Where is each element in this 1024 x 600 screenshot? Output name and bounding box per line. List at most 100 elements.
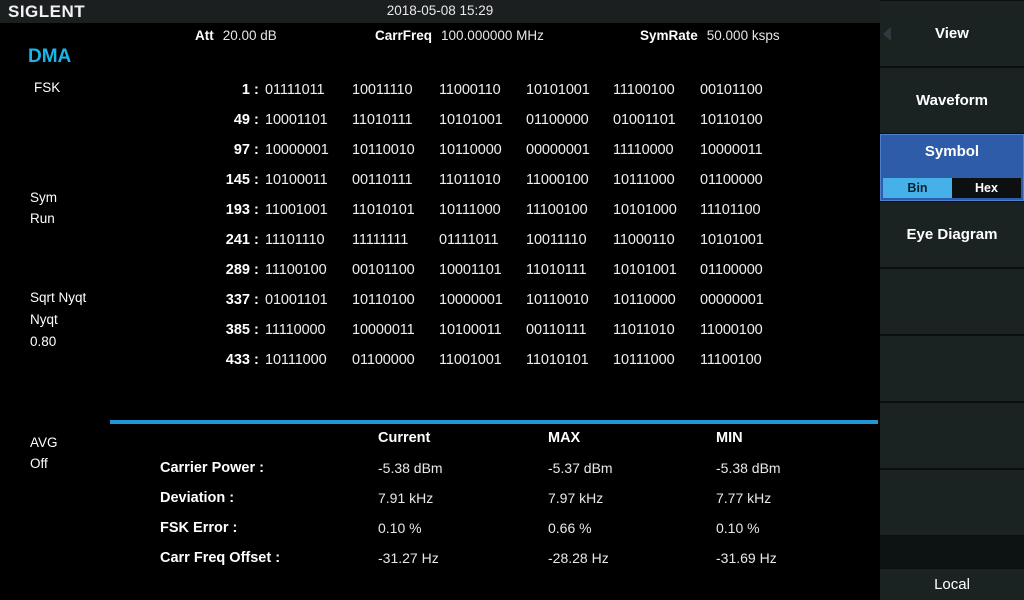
symbol-cell: 01100000 <box>700 172 763 188</box>
param-carrfreq-value: 100.000000 MHz <box>441 28 544 43</box>
result-label: Carrier Power : <box>160 460 264 476</box>
symbol-row: 385:11110000 10000011 10100011 00110111 1101… <box>0 322 880 352</box>
symbol-cell: 10111000 <box>613 172 675 188</box>
symbol-cell: 11110000 <box>265 322 326 338</box>
symbol-row-index: 289 <box>225 262 250 278</box>
param-carrfreq[interactable]: CarrFreq 100.000000 MHz <box>375 27 544 45</box>
param-symrate-value: 50.000 ksps <box>706 28 780 43</box>
symbol-cell: 10111000 <box>439 202 501 218</box>
symbol-cell: 01100000 <box>352 352 415 368</box>
symbol-row: 49:10001101 11010111 10101001 01100000 01001… <box>0 112 880 142</box>
symbol-cell: 10110100 <box>352 292 415 308</box>
softkey-empty[interactable] <box>880 469 1024 536</box>
result-value-current: -31.27 Hz <box>378 550 439 566</box>
softkey-waveform[interactable]: Waveform <box>880 67 1024 134</box>
symbol-cell: 11010111 <box>526 262 587 278</box>
symbol-row: 193:11001001 11010101 10111000 11100100 1010… <box>0 202 880 232</box>
symbol-cell: 10001101 <box>439 262 502 278</box>
symbol-row-separator: : <box>254 172 259 188</box>
param-symrate-label: SymRate <box>640 28 698 43</box>
symbol-cell: 01001101 <box>613 112 676 128</box>
symbol-row-separator: : <box>254 232 259 248</box>
symbol-cell: 11000100 <box>526 172 589 188</box>
symbol-cell: 11001001 <box>439 352 502 368</box>
softkey-label: Waveform <box>916 92 988 109</box>
symbol-cell: 11010101 <box>526 352 589 368</box>
symbol-table: 1:01111011 10011110 11000110 10101001 111001… <box>0 82 880 382</box>
symbol-cell: 11010111 <box>352 112 413 128</box>
symbol-cell: 10000011 <box>700 142 763 158</box>
instrument-screen: SIGLENT 2018-05-08 15:29 Att 20.00 dB Car… <box>0 0 1024 600</box>
symbol-cell: 00101100 <box>352 262 415 278</box>
symbol-row: 289:11100100 00101100 10001101 11010111 1010… <box>0 262 880 292</box>
result-row: Carrier Power : -5.38 dBm -5.37 dBm -5.38 d… <box>0 460 880 490</box>
result-value-max: -28.28 Hz <box>548 550 609 566</box>
symbol-cell: 10000011 <box>352 322 415 338</box>
results-header-row: Current MAX MIN <box>0 430 880 460</box>
symbol-row-index: 49 <box>233 112 250 128</box>
chevron-left-icon <box>883 26 891 41</box>
symbol-cell: 11011010 <box>613 322 675 338</box>
symbol-cell: 11100100 <box>700 352 762 368</box>
softkey-symbol[interactable]: Symbol Bin Hex <box>880 134 1024 201</box>
param-carrfreq-label: CarrFreq <box>375 28 433 43</box>
symbol-row-separator: : <box>254 82 259 98</box>
symbol-cell: 10011110 <box>526 232 587 248</box>
softkey-local[interactable]: Local <box>880 568 1024 600</box>
symbol-row-separator: : <box>254 322 259 338</box>
symbol-cell: 11000110 <box>613 232 675 248</box>
symbol-row-separator: : <box>254 112 259 128</box>
symbol-cell: 00101100 <box>700 82 763 98</box>
softkey-header-label: View <box>935 25 969 42</box>
result-label: Carr Freq Offset : <box>160 550 281 566</box>
symbol-cell: 10100011 <box>439 322 502 338</box>
status-mode: DMA <box>28 46 72 67</box>
symbol-cell: 10110000 <box>613 292 676 308</box>
symbol-cell: 11100100 <box>613 82 675 98</box>
param-att[interactable]: Att 20.00 dB <box>195 27 277 45</box>
symbol-cell: 10110010 <box>352 142 415 158</box>
symbol-cell: 00110111 <box>352 172 413 188</box>
softkey-empty[interactable] <box>880 402 1024 469</box>
symbol-cell: 01111011 <box>265 82 325 98</box>
symbol-row: 145:10100011 00110111 11011010 11000100 1011… <box>0 172 880 202</box>
symbol-cell: 01100000 <box>700 262 763 278</box>
toggle-option-bin[interactable]: Bin <box>883 178 952 198</box>
softkey-eye-diagram[interactable]: Eye Diagram <box>880 201 1024 268</box>
symbol-cell: 10101001 <box>526 82 590 98</box>
softkey-empty[interactable] <box>880 268 1024 335</box>
symbol-row-index: 433 <box>225 352 250 368</box>
datetime-display: 2018-05-08 15:29 <box>386 3 494 18</box>
softkey-panel: View Waveform Symbol Bin Hex Eye Diagram Loc… <box>880 0 1024 600</box>
symbol-row: 433:10111000 01100000 11001001 11010101 1011… <box>0 352 880 382</box>
result-row: Deviation : 7.91 kHz 7.97 kHz 7.77 kHz <box>0 490 880 520</box>
result-value-min: 0.10 % <box>716 520 760 536</box>
symbol-row-index: 385 <box>225 322 250 338</box>
symbol-row-separator: : <box>254 262 259 278</box>
results-header-min: MIN <box>716 430 743 446</box>
symbol-cell: 10110010 <box>526 292 589 308</box>
symbol-cell: 10001101 <box>265 112 328 128</box>
symbol-cell: 10110000 <box>439 142 502 158</box>
symbol-cell: 10101001 <box>613 262 677 278</box>
symbol-row-index: 1 <box>241 82 250 98</box>
symbol-cell: 11111111 <box>352 232 409 248</box>
symbol-cell: 11100100 <box>265 262 327 278</box>
symbol-cell: 11110000 <box>613 142 674 158</box>
symbol-cell: 11000100 <box>700 322 763 338</box>
symbol-cell: 11011010 <box>439 172 501 188</box>
toggle-option-hex[interactable]: Hex <box>952 178 1021 198</box>
symbol-cell: 10111000 <box>613 352 675 368</box>
symbol-row-separator: : <box>254 202 259 218</box>
param-symrate[interactable]: SymRate 50.000 ksps <box>640 27 780 45</box>
symbol-cell: 10101001 <box>700 232 764 248</box>
symbol-cell: 10101001 <box>439 112 503 128</box>
symbol-row: 337:01001101 10110100 10000001 10110010 1011… <box>0 292 880 322</box>
symbol-format-toggle: Bin Hex <box>883 178 1021 198</box>
symbol-cell: 01111011 <box>439 232 499 248</box>
softkey-empty[interactable] <box>880 335 1024 402</box>
results-header-max: MAX <box>548 430 581 446</box>
result-row: Carr Freq Offset : -31.27 Hz -28.28 Hz -31.… <box>0 550 880 580</box>
softkey-header-view[interactable]: View <box>880 0 1024 67</box>
measurement-results-table: Current MAX MIN Carrier Power : -5.38 dBm… <box>0 430 880 580</box>
